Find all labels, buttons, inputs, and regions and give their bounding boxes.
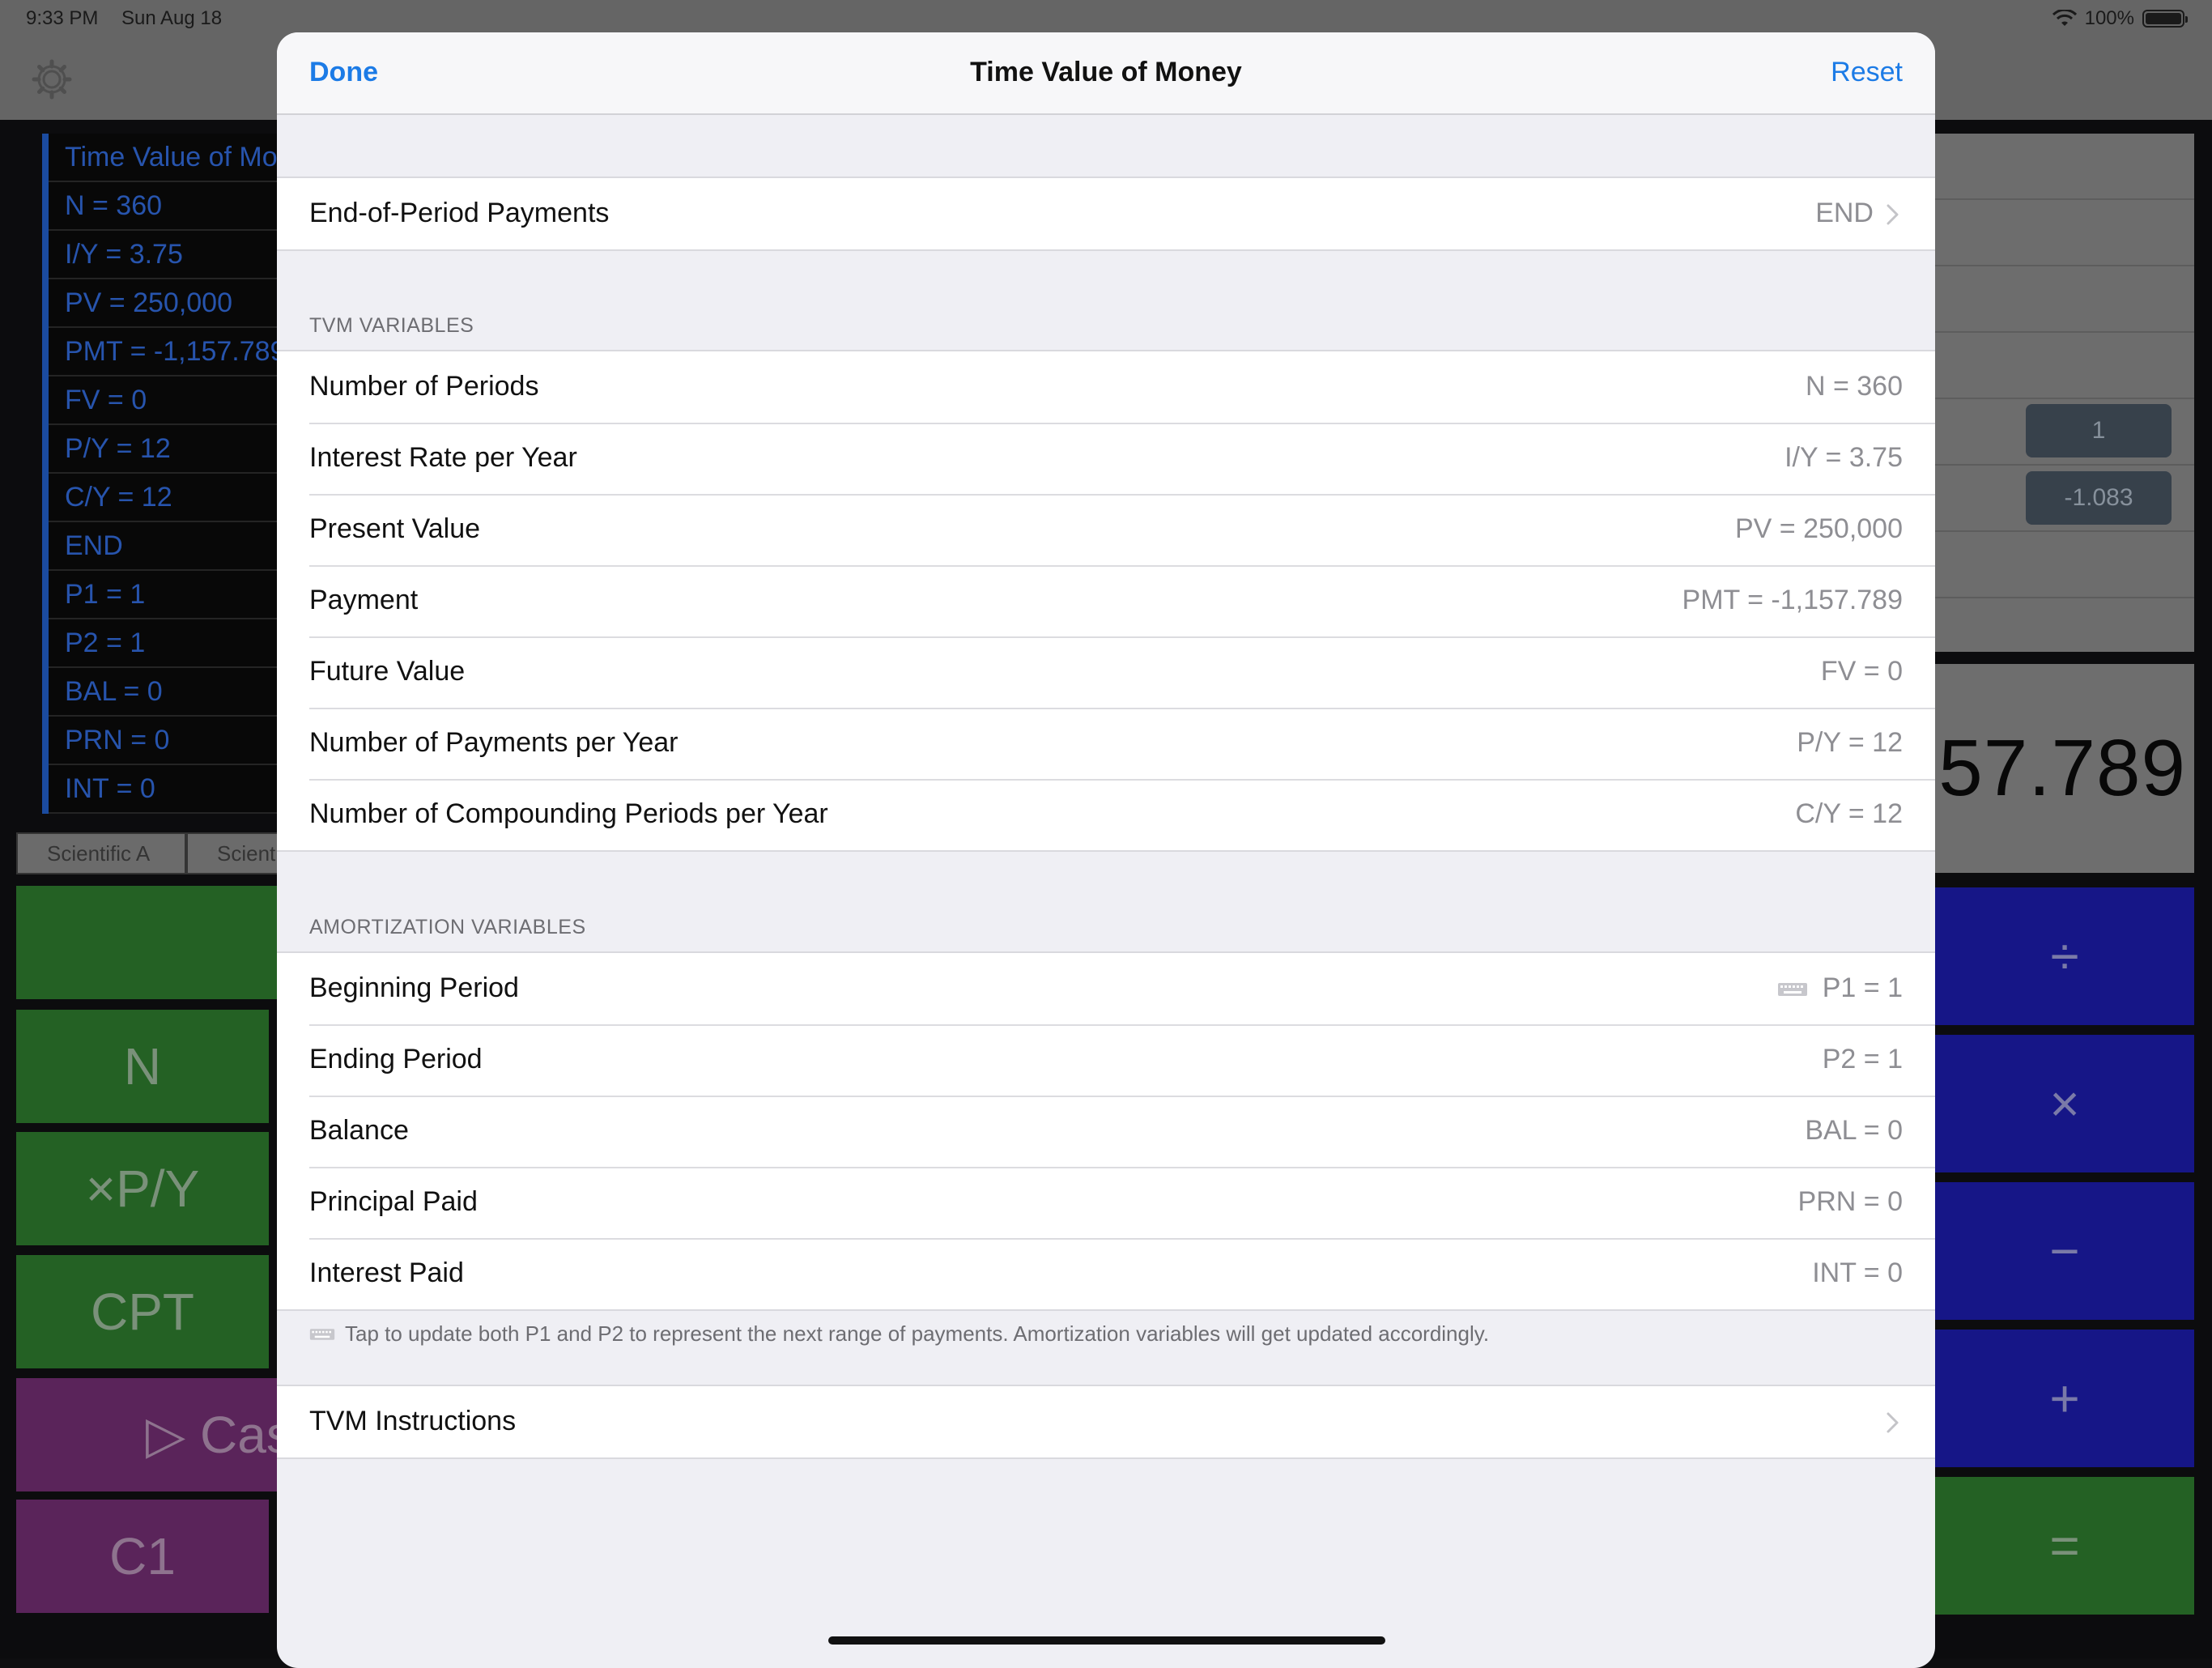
tvm-sheet: Done Time Value of Money Reset End-of-Pe… xyxy=(277,32,1935,1668)
row-label: Payment xyxy=(309,585,419,615)
status-time: 9:33 PM xyxy=(26,7,99,29)
row-label: Future Value xyxy=(309,656,466,687)
row-value: PV = 250,000 xyxy=(1734,513,1903,544)
status-bar: 9:33 PM Sun Aug 18 100% xyxy=(0,0,2212,40)
battery-percent: 100% xyxy=(2084,7,2134,29)
amort-row-p1[interactable]: Beginning Period P1 = 1 xyxy=(277,953,1935,1024)
status-date: Sun Aug 18 xyxy=(121,7,223,29)
home-indicator[interactable] xyxy=(828,1636,1385,1645)
tvm-row-cy[interactable]: Number of Compounding Periods per Year C… xyxy=(277,779,1935,850)
row-value: P/Y = 12 xyxy=(1797,727,1903,758)
amort-row-p2[interactable]: Ending Period P2 = 1 xyxy=(277,1024,1935,1096)
amortization-section-header: AMORTIZATION VARIABLES xyxy=(309,916,586,938)
row-value: P2 = 1 xyxy=(1822,1044,1903,1074)
row-value: N = 360 xyxy=(1805,371,1903,402)
amort-row-int[interactable]: Interest Paid INT = 0 xyxy=(277,1238,1935,1309)
row-value: C/Y = 12 xyxy=(1795,798,1903,829)
row-label: Beginning Period xyxy=(309,972,519,1003)
row-label: Interest Paid xyxy=(309,1257,464,1288)
tvm-row-py[interactable]: Number of Payments per Year P/Y = 12 xyxy=(277,708,1935,779)
keyboard-icon xyxy=(1777,983,1807,997)
row-value: I/Y = 3.75 xyxy=(1784,442,1903,473)
keyboard-icon xyxy=(309,1328,335,1340)
battery-icon xyxy=(2142,10,2188,28)
footnote-text: Tap to update both P1 and P2 to represen… xyxy=(345,1321,1490,1346)
row-value: PRN = 0 xyxy=(1797,1186,1903,1217)
payment-mode-value: END xyxy=(1815,198,1874,228)
row-value: PMT = -1,157.789 xyxy=(1682,585,1903,615)
amortization-footnote: Tap to update both P1 and P2 to represen… xyxy=(309,1321,1489,1347)
chevron-right-icon xyxy=(1887,204,1899,225)
instructions-label: TVM Instructions xyxy=(309,1406,517,1436)
row-label: Number of Periods xyxy=(309,371,539,402)
payment-mode-group: End-of-Period Payments END xyxy=(277,177,1935,251)
amortization-variables-group: Beginning Period P1 = 1 Ending Period P2… xyxy=(277,951,1935,1311)
row-label: Number of Compounding Periods per Year xyxy=(309,798,828,829)
row-value: INT = 0 xyxy=(1812,1257,1903,1288)
row-label: Balance xyxy=(309,1115,409,1146)
sheet-title: Time Value of Money xyxy=(970,57,1242,87)
tvm-variables-group: Number of Periods N = 360 Interest Rate … xyxy=(277,350,1935,852)
status-right: 100% xyxy=(2052,7,2188,30)
chevron-right-icon xyxy=(1887,1412,1899,1433)
tvm-row-fv[interactable]: Future Value FV = 0 xyxy=(277,636,1935,708)
amort-row-prn[interactable]: Principal Paid PRN = 0 xyxy=(277,1167,1935,1238)
sheet-navigation-bar: Done Time Value of Money Reset xyxy=(277,32,1935,115)
wifi-icon xyxy=(2052,10,2077,26)
row-label: Present Value xyxy=(309,513,481,544)
tvm-row-iy[interactable]: Interest Rate per Year I/Y = 3.75 xyxy=(277,423,1935,494)
instructions-group: TVM Instructions xyxy=(277,1385,1935,1459)
row-label: Number of Payments per Year xyxy=(309,727,678,758)
tvm-section-header: TVM VARIABLES xyxy=(309,314,474,337)
row-label: Interest Rate per Year xyxy=(309,442,577,473)
payment-mode-row[interactable]: End-of-Period Payments END xyxy=(277,178,1935,249)
row-value: FV = 0 xyxy=(1820,656,1903,687)
row-label: Ending Period xyxy=(309,1044,483,1074)
payment-mode-label: End-of-Period Payments xyxy=(309,198,610,228)
row-value-wrap: P1 = 1 xyxy=(1777,972,1903,1004)
tvm-row-pmt[interactable]: Payment PMT = -1,157.789 xyxy=(277,565,1935,636)
tvm-instructions-row[interactable]: TVM Instructions xyxy=(277,1386,1935,1457)
tvm-row-pv[interactable]: Present Value PV = 250,000 xyxy=(277,494,1935,565)
reset-button[interactable]: Reset xyxy=(1831,57,1903,88)
amort-row-bal[interactable]: Balance BAL = 0 xyxy=(277,1096,1935,1167)
row-value: BAL = 0 xyxy=(1805,1115,1903,1146)
tvm-row-n[interactable]: Number of Periods N = 360 xyxy=(277,351,1935,423)
row-label: Principal Paid xyxy=(309,1186,478,1217)
row-value: P1 = 1 xyxy=(1822,972,1903,1003)
